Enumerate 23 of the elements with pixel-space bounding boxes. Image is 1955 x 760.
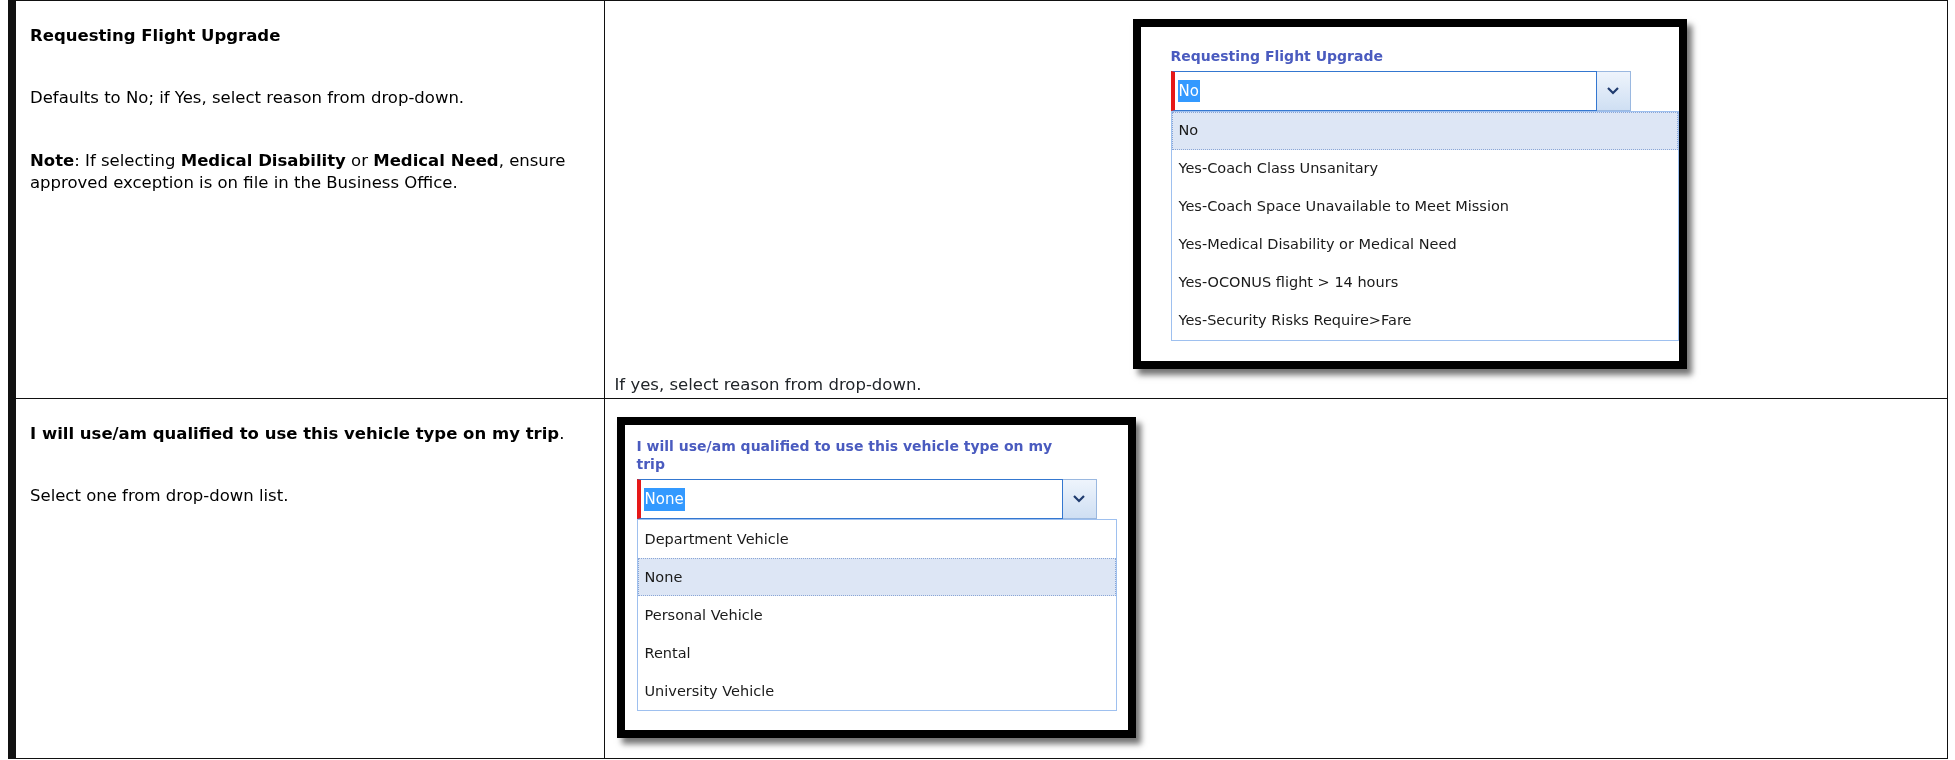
dropdown-button[interactable]: [1596, 71, 1631, 112]
caption-text: If yes, select reason from drop-down.: [613, 374, 923, 396]
dropdown-option[interactable]: Personal Vehicle: [637, 596, 1116, 635]
field-heading: I will use/am qualified to use this vehicle type on my trip.: [30, 423, 566, 445]
field-label: Requesting Flight Upgrade: [1170, 47, 1384, 66]
dropdown-option[interactable]: No: [1171, 112, 1678, 151]
description-text: Note: If selecting Medical Disability or Medical Need, ensure approved exception is on file in the Business Office.: [30, 149, 567, 194]
dropdown-button[interactable]: [1062, 479, 1097, 520]
chevron-down-icon: [1607, 87, 1619, 96]
dropdown-option[interactable]: Yes-OCONUS flight > 14 hours: [1171, 264, 1678, 303]
description-text: Defaults to No; if Yes, select reason from drop-down.: [30, 87, 466, 110]
dropdown-option[interactable]: Rental: [637, 634, 1116, 673]
chevron-down-icon: [1073, 495, 1085, 504]
description-text: Select one from drop-down list.: [30, 485, 290, 508]
dropdown-option[interactable]: Yes-Coach Class Unsanitary: [1171, 150, 1678, 189]
dropdown-option[interactable]: Yes-Medical Disability or Medical Need: [1171, 226, 1678, 265]
field-heading: Requesting Flight Upgrade: [30, 25, 282, 47]
dropdown-option[interactable]: None: [637, 558, 1116, 597]
field-label: I will use/am qualified to use this vehicle type on my trip: [636, 437, 1054, 474]
dropdown-option[interactable]: Department Vehicle: [637, 520, 1116, 559]
dropdown-option[interactable]: Yes-Security Risks Require>Fare: [1171, 302, 1678, 341]
dropdown-option[interactable]: University Vehicle: [637, 672, 1116, 711]
dropdown-option[interactable]: Yes-Coach Space Unavailable to Meet Mission: [1171, 188, 1678, 227]
